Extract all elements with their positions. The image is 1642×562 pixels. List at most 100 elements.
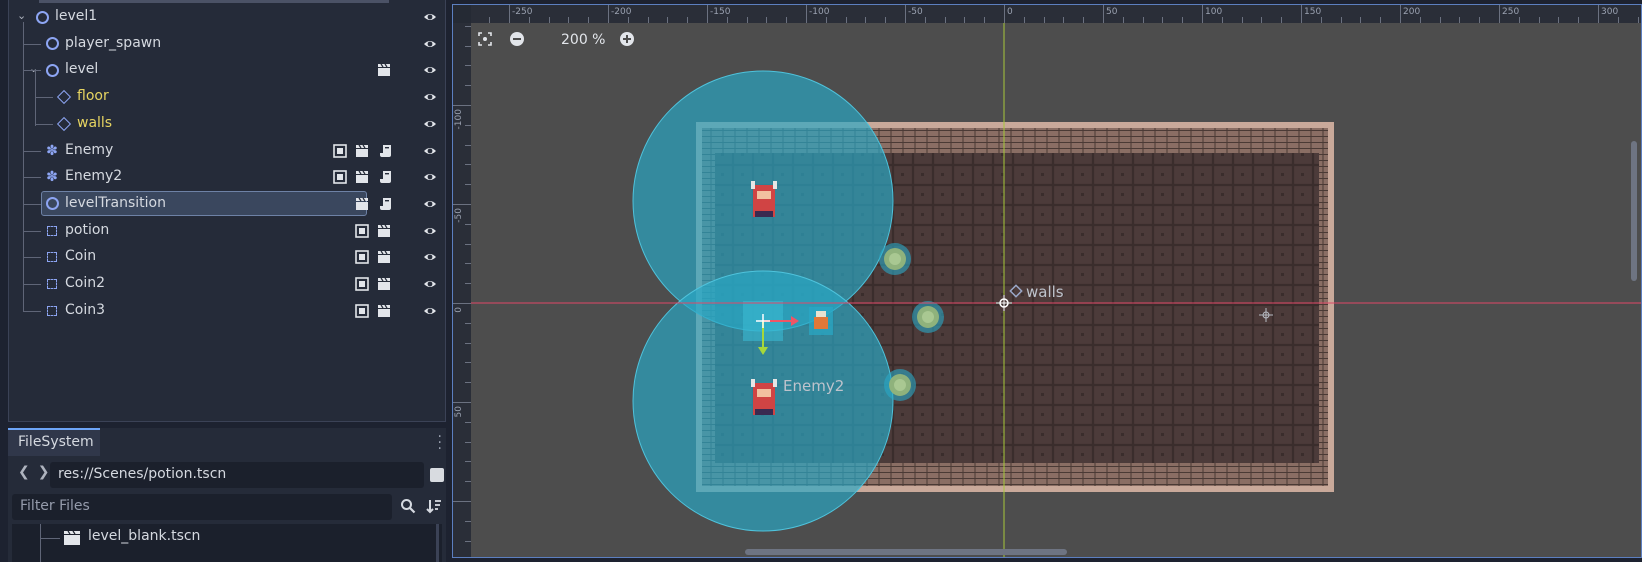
ruler-minor-tick	[1320, 17, 1322, 23]
scene-node-coin3[interactable]: Coin3	[9, 297, 439, 325]
instance-icon[interactable]	[355, 170, 369, 184]
coin2-sprite[interactable]	[912, 301, 944, 333]
group-icon[interactable]	[355, 223, 369, 238]
ruler-minor-tick	[806, 5, 807, 23]
ruler-minor-tick	[1063, 17, 1065, 23]
tree-guide	[40, 524, 41, 562]
instance-icon[interactable]	[377, 304, 391, 318]
ruler-left[interactable]: -100 -50 0 50	[453, 5, 471, 557]
node-label: player_spawn	[65, 34, 162, 51]
instance-icon[interactable]	[377, 224, 391, 238]
node-icon	[45, 197, 59, 211]
visibility-eye-icon[interactable]	[423, 250, 437, 264]
visibility-eye-icon[interactable]	[423, 304, 437, 318]
group-icon[interactable]	[355, 303, 369, 318]
scene-node-level1[interactable]: ⌄ level1	[9, 3, 439, 31]
zoom-out-button[interactable]	[507, 29, 527, 49]
ruler-y-label: -50	[454, 208, 464, 223]
filter-files-input[interactable]: Filter Files	[12, 494, 392, 520]
node-label: Enemy2	[65, 168, 123, 185]
tree-guide	[23, 203, 41, 205]
instance-icon[interactable]	[377, 63, 391, 77]
ruler-minor-tick	[465, 283, 471, 285]
ruler-minor-tick	[465, 263, 471, 265]
ruler-minor-tick	[1142, 17, 1144, 23]
enemy2-sprite[interactable]	[751, 379, 777, 415]
ruler-minor-tick	[1637, 17, 1639, 23]
visibility-eye-icon[interactable]	[423, 170, 437, 184]
visibility-eye-icon[interactable]	[423, 117, 437, 131]
expand-arrow-icon[interactable]: ⌄	[17, 9, 29, 23]
instance-icon[interactable]	[355, 197, 369, 211]
ruler-minor-tick	[944, 17, 946, 23]
ruler-minor-tick	[465, 421, 471, 423]
ruler-minor-tick	[1518, 17, 1520, 23]
ruler-minor-tick	[1221, 17, 1223, 23]
visibility-eye-icon[interactable]	[423, 224, 437, 238]
instance-icon[interactable]	[355, 144, 369, 158]
script-icon[interactable]	[379, 144, 393, 158]
instance-icon[interactable]	[377, 250, 391, 264]
zoom-level[interactable]: 200 %	[561, 32, 605, 48]
enemy-sprite[interactable]	[751, 181, 777, 217]
group-icon[interactable]	[333, 143, 347, 158]
zoom-in-button[interactable]	[617, 29, 637, 49]
scene-node-coin[interactable]: Coin	[9, 243, 439, 271]
scene-node-floor[interactable]: floor	[9, 83, 439, 111]
horizontal-scrollbar[interactable]	[745, 549, 1067, 555]
scene-node-level[interactable]: ⌄ level	[9, 56, 439, 84]
search-icon[interactable]	[400, 498, 416, 514]
scene-node-enemy2[interactable]: ✽ Enemy2	[9, 163, 439, 191]
canvas-viewport[interactable]: -250 -200 -150 -100 -50 0 50 100 150 200 250 300 -1…	[452, 4, 1642, 558]
scene-node-player-spawn[interactable]: player_spawn	[9, 30, 439, 58]
script-icon[interactable]	[379, 197, 393, 211]
group-icon[interactable]	[355, 277, 369, 291]
visibility-eye-icon[interactable]	[423, 197, 437, 211]
ruler-top[interactable]: -250 -200 -150 -100 -50 0 50 100 150 200 250 300	[453, 5, 1641, 23]
ruler-minor-tick	[1499, 5, 1500, 23]
ruler-minor-tick	[1419, 17, 1421, 23]
ruler-minor-tick	[746, 17, 748, 23]
scene-node-enemy[interactable]: ✽ Enemy	[9, 137, 439, 165]
ruler-minor-tick	[1281, 17, 1283, 23]
node-label: level	[65, 61, 99, 78]
scene-node-walls[interactable]: walls	[9, 110, 439, 138]
ruler-minor-tick	[528, 17, 530, 23]
sort-icon[interactable]	[426, 498, 442, 514]
scene-node-coin2[interactable]: Coin2	[9, 270, 439, 298]
ruler-minor-tick	[1538, 17, 1540, 23]
ruler-minor-tick	[489, 17, 491, 23]
script-icon[interactable]	[379, 170, 393, 184]
scene-node-potion[interactable]: potion	[9, 217, 439, 245]
vertical-scrollbar[interactable]	[1631, 141, 1637, 281]
level-canvas[interactable]	[453, 5, 1642, 558]
visibility-eye-icon[interactable]	[423, 144, 437, 158]
back-arrow-icon[interactable]: ❮	[18, 464, 38, 480]
scene-node-leveltransition[interactable]: levelTransition	[9, 190, 439, 218]
ruler-minor-tick	[1479, 17, 1481, 23]
visibility-eye-icon[interactable]	[423, 37, 437, 51]
center-view-button[interactable]	[475, 29, 495, 49]
group-icon[interactable]	[355, 250, 369, 265]
coin3-sprite[interactable]	[884, 369, 916, 401]
node-label: Coin2	[65, 275, 106, 291]
file-list-scrollbar[interactable]	[436, 524, 439, 562]
ruler-minor-tick	[726, 17, 728, 23]
visibility-eye-icon[interactable]	[423, 277, 437, 291]
tab-filesystem[interactable]: FileSystem	[8, 428, 100, 456]
visibility-eye-icon[interactable]	[423, 90, 437, 104]
path-field[interactable]: res://Scenes/potion.tscn	[50, 462, 424, 488]
zoom-out-icon	[510, 32, 524, 46]
coin-sprite[interactable]	[879, 243, 911, 275]
potion-sprite[interactable]	[809, 307, 833, 335]
instance-icon[interactable]	[377, 277, 391, 291]
ruler-minor-tick	[1083, 17, 1085, 23]
visibility-eye-icon[interactable]	[423, 10, 437, 24]
ruler-x-label: 300	[1601, 7, 1619, 17]
visibility-eye-icon[interactable]	[423, 63, 437, 77]
ruler-minor-tick	[453, 402, 471, 403]
split-mode-toggle-icon[interactable]	[430, 468, 444, 482]
tree-guide	[40, 538, 60, 539]
more-options-icon[interactable]: · · ·	[438, 430, 442, 456]
group-icon[interactable]	[333, 170, 347, 184]
